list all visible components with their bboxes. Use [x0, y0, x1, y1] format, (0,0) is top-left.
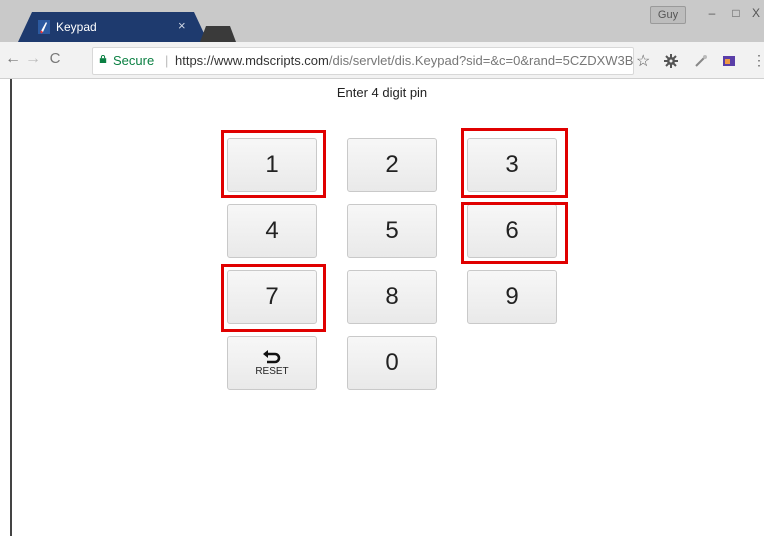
menu-icon[interactable]: ⋮ — [752, 52, 764, 69]
reset-button[interactable]: RESET — [227, 336, 317, 390]
undo-icon — [263, 350, 281, 364]
url-host: https://www.mdscripts.com — [175, 53, 329, 68]
bookmark-star-icon[interactable]: ☆ — [636, 51, 650, 71]
highlight-key-6 — [461, 202, 568, 264]
key-9[interactable]: 9 — [467, 270, 557, 324]
profile-button[interactable]: Guy — [650, 6, 686, 24]
reload-icon: C — [49, 50, 61, 67]
url-path: /dis/servlet/dis.Keypad?sid=&c=0&rand=5C… — [328, 53, 634, 68]
highlight-key-1 — [221, 130, 326, 198]
maximize-button[interactable]: □ — [726, 5, 746, 21]
key-5[interactable]: 5 — [347, 204, 437, 258]
reset-label: RESET — [255, 366, 289, 377]
key-8[interactable]: 8 — [347, 270, 437, 324]
minimize-icon: – — [708, 6, 716, 20]
back-button[interactable]: ← — [4, 50, 22, 68]
lock-icon — [99, 55, 107, 63]
close-window-button[interactable]: X — [748, 5, 764, 21]
maximize-icon: □ — [732, 6, 740, 20]
forward-button[interactable]: → — [24, 50, 42, 68]
highlight-key-3 — [461, 128, 568, 198]
title-bar: Keypad × Guy – □ X — [0, 0, 764, 42]
address-bar[interactable]: Secure | https://www.mdscripts.com/dis/s… — [92, 47, 634, 75]
browser-tab[interactable]: Keypad × — [18, 12, 208, 42]
tab-title: Keypad — [56, 20, 97, 34]
tab-close-icon[interactable]: × — [178, 18, 186, 33]
reload-button[interactable]: C — [46, 50, 64, 68]
url-text: https://www.mdscripts.com/dis/servlet/di… — [175, 53, 634, 68]
address-separator: | — [165, 53, 169, 68]
arrow-left-icon: ← — [5, 50, 21, 67]
browser-toolbar: ← → C Secure | https://www.mdscripts.com… — [0, 42, 764, 79]
extension-icon[interactable] — [694, 54, 708, 68]
key-2[interactable]: 2 — [347, 138, 437, 192]
key-4[interactable]: 4 — [227, 204, 317, 258]
highlight-key-7 — [221, 264, 326, 332]
extension-icon[interactable] — [722, 54, 736, 68]
extension-icon[interactable] — [664, 54, 678, 68]
keypad-page: Enter 4 digit pin 1 2 3 4 5 6 7 8 9 RESE… — [0, 79, 764, 536]
arrow-right-icon: → — [25, 50, 41, 67]
key-0[interactable]: 0 — [347, 336, 437, 390]
minimize-button[interactable]: – — [700, 5, 724, 21]
close-icon: X — [751, 6, 760, 20]
secure-label: Secure — [113, 53, 155, 68]
favicon-icon — [38, 20, 50, 34]
pin-prompt: Enter 4 digit pin — [336, 85, 428, 100]
new-tab-button[interactable] — [200, 26, 236, 42]
